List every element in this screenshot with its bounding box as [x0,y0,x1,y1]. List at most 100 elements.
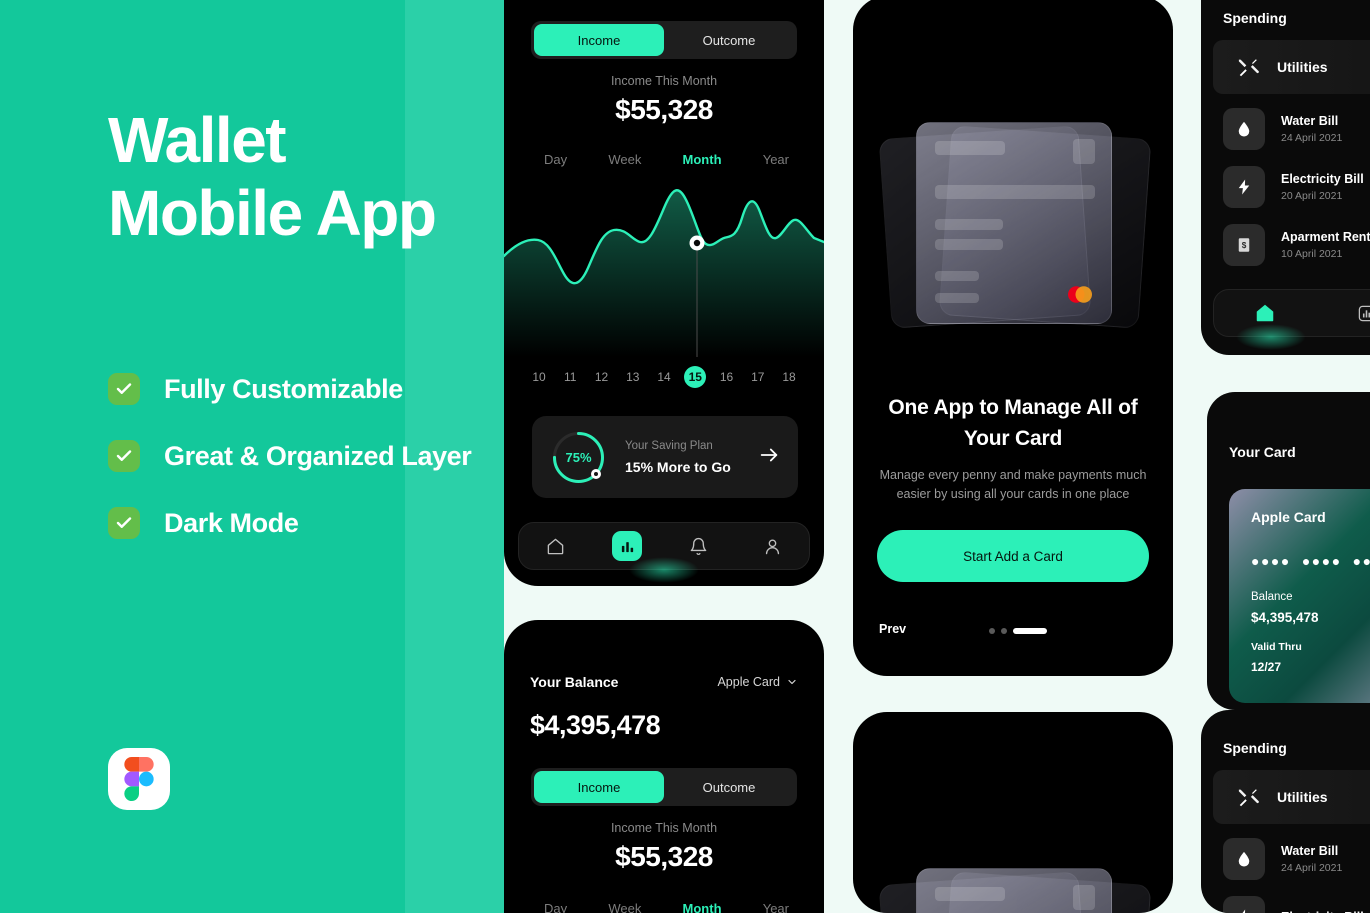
bill-list: Water Bill 24 April 2021 Electricity Bil… [1223,108,1370,282]
balance-value: $4,395,478 [1251,610,1319,625]
balance-phone: Your Balance Apple Card $4,395,478 Incom… [504,620,824,913]
svg-text:$: $ [1242,241,1247,250]
bottom-navigation-2[interactable] [1213,289,1370,350]
category-row-utilities-2[interactable]: Utilities $ [1213,770,1370,824]
onboarding-subtitle: Manage every penny and make payments muc… [879,468,1147,501]
day-12[interactable]: 12 [589,370,615,384]
list-item[interactable]: Electricity Bill [1223,896,1370,913]
bill-date: 20 April 2021 [1281,190,1343,202]
pagination-dot[interactable] [989,628,995,634]
profile-icon[interactable] [755,529,789,563]
feature-label: Fully Customizable [164,373,403,404]
card-front [916,122,1112,324]
pagination-dot-active[interactable] [1013,628,1047,634]
your-card-panel: Your Card Apple Card ●●●● ●●●● ●●●● 7 Ba… [1207,392,1370,710]
pagination-dots[interactable] [989,628,1047,634]
check-icon [108,507,140,539]
segment-outcome[interactable]: Outcome [664,24,794,56]
tools-icon [1235,57,1261,78]
day-13[interactable]: 13 [620,370,646,384]
range-tab-day[interactable]: Day [544,152,567,167]
promo-content: Wallet Mobile App Fully Customizable Gre… [108,0,508,913]
water-drop-icon [1223,838,1265,880]
day-14[interactable]: 14 [651,370,677,384]
bottom-navigation[interactable] [518,522,810,583]
day-11[interactable]: 11 [557,370,583,384]
onboarding-phone-secondary [853,712,1173,913]
category-label-2: Utilities [1277,789,1328,805]
income-amount-2: $55,328 [615,841,713,872]
day-10[interactable]: 10 [526,370,552,384]
pagination-dot[interactable] [1001,628,1007,634]
day-16[interactable]: 16 [714,370,740,384]
saving-subtitle: 15% More to Go [625,458,731,475]
list-item[interactable]: Water Bill 24 April 2021 [1223,838,1370,880]
segment-income-2[interactable]: Income [534,771,664,803]
card-stack-illustration-2 [878,852,1152,913]
chevron-down-icon [788,679,796,685]
nav-active-glow [629,557,699,583]
masked-group: ●●●● [1301,553,1342,569]
skeleton-line [935,239,1003,250]
masked-group: ●●●● [1352,553,1370,569]
bill-name: Water Bill [1281,114,1339,128]
saving-plan-card[interactable]: 75% Your Saving Plan 15% More to Go [532,416,798,498]
income-line-chart [504,182,824,357]
page-title: Wallet Mobile App [108,104,528,250]
day-18[interactable]: 18 [776,370,802,384]
bill-date: 24 April 2021 [1281,862,1343,874]
category-row-utilities[interactable]: Utilities $ [1213,40,1370,94]
skeleton-line [935,141,1005,155]
credit-card[interactable]: Apple Card ●●●● ●●●● ●●●● 7 Balance $4,3… [1229,489,1370,703]
feature-item: Dark Mode [108,502,538,544]
range-tab-month-2[interactable]: Month [683,901,722,913]
onboarding-phone: One App to Manage All of Your Card Manag… [853,0,1173,676]
income-outcome-toggle-2[interactable]: Income Outcome [531,768,797,806]
stats-phone: Income Outcome Income This Month $55,328… [504,0,824,586]
list-item[interactable]: Water Bill 24 April 2021 [1223,108,1370,150]
card-selector[interactable]: Apple Card [717,675,798,689]
range-tabs-2[interactable]: Day Week Month Year [544,901,789,913]
skeleton-line [935,293,979,303]
check-icon [108,440,140,472]
chart-icon[interactable] [1349,296,1370,330]
feature-item: Fully Customizable [108,368,538,410]
range-tab-day-2[interactable]: Day [544,901,567,913]
feature-label: Dark Mode [164,507,299,538]
card-name: Apple Card [1251,509,1326,525]
prev-link[interactable]: Prev [879,622,906,636]
list-item[interactable]: Electricity Bill 20 April 2021 [1223,166,1370,208]
bill-date: 10 April 2021 [1281,248,1343,260]
day-axis[interactable]: 10 11 12 13 14 15 16 17 18 [526,366,802,388]
spending-panel-secondary: Spending Utilities $ Water Bill 24 April… [1201,710,1370,913]
page-title-line2: Mobile App [108,177,437,249]
range-tab-month[interactable]: Month [683,152,722,167]
range-tab-year[interactable]: Year [763,152,789,167]
range-tab-week[interactable]: Week [608,152,641,167]
income-outcome-toggle[interactable]: Income Outcome [531,21,797,59]
income-amount: $55,328 [615,94,713,125]
feature-item: Great & Organized Layer [108,435,538,477]
card-masked-number: ●●●● ●●●● ●●●● 7 [1251,553,1370,569]
segment-income[interactable]: Income [534,24,664,56]
range-tab-year-2[interactable]: Year [763,901,789,913]
nav-active-glow [1236,324,1306,350]
arrow-right-icon[interactable] [758,444,780,471]
mastercard-icon [1065,285,1095,309]
day-17[interactable]: 17 [745,370,771,384]
bill-name: Electricity Bill [1281,172,1364,186]
bill-list-2: Water Bill 24 April 2021 Electricity Bil… [1223,838,1370,913]
income-sub-label-2: Income This Month [610,821,718,835]
masked-group: ●●●● [1251,553,1291,569]
day-15-active[interactable]: 15 [684,366,707,388]
lightning-icon [1223,166,1265,208]
home-icon[interactable] [539,529,573,563]
start-add-card-button[interactable]: Start Add a Card [877,530,1149,582]
water-drop-icon [1223,108,1265,150]
range-tab-week-2[interactable]: Week [608,901,641,913]
card-selector-label: Apple Card [717,675,780,689]
segment-outcome-2[interactable]: Outcome [664,771,794,803]
list-item[interactable]: $ Aparment Rent 10 April 2021 [1223,224,1370,266]
skeleton-line [935,271,979,281]
range-tabs[interactable]: Day Week Month Year [544,152,789,167]
